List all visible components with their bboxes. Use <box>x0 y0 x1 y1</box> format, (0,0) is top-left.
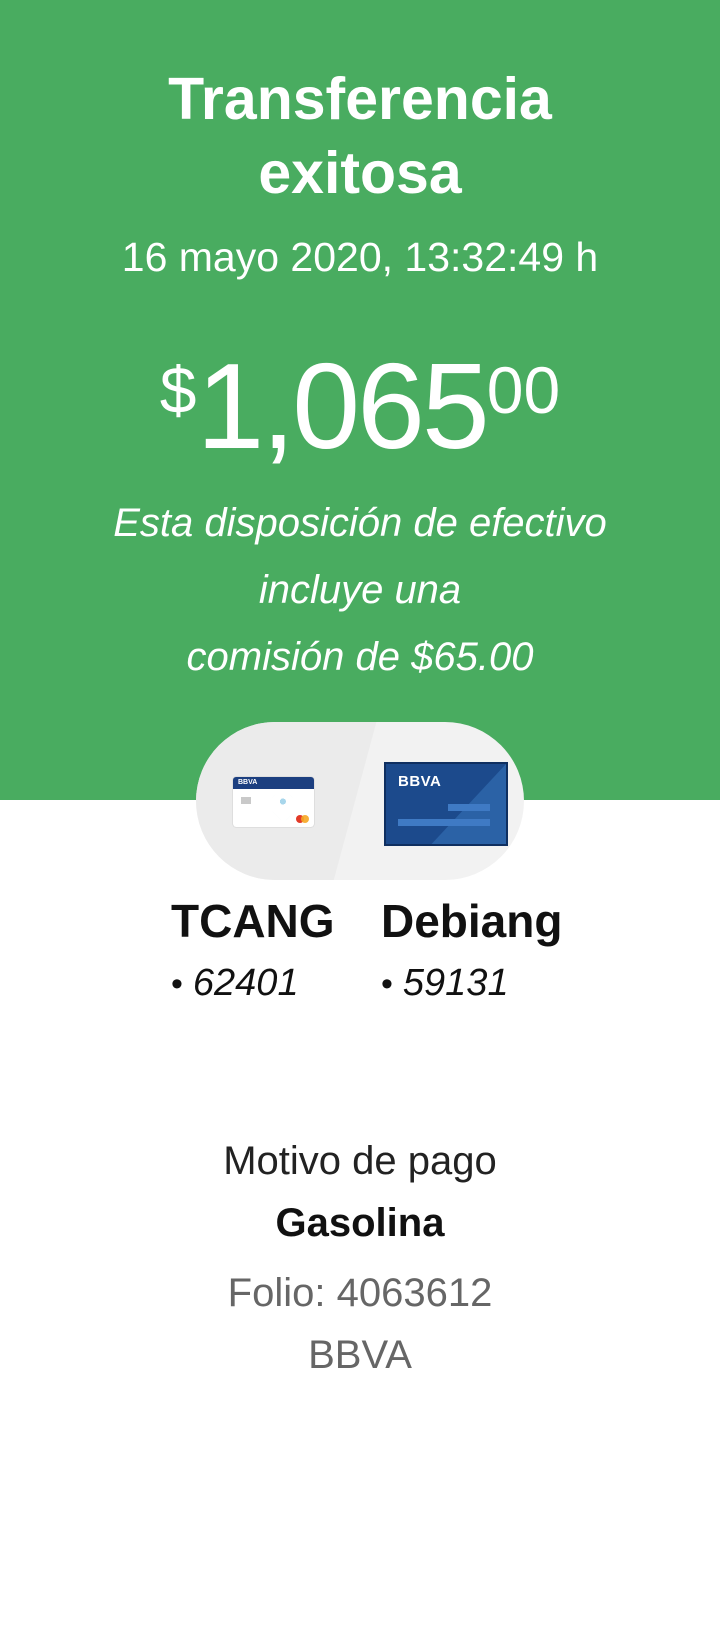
debit-card-icon: BBVA <box>384 762 508 846</box>
folio-number: Folio: 4063612 <box>227 1271 493 1315</box>
origin-account-number: 62401 <box>192 962 299 1004</box>
transfer-details: Motivo de pago Gasolina Folio: 4063612 B… <box>0 1130 720 1386</box>
origin-account-number-row: • 62401 <box>171 958 335 1009</box>
note-line-2: incluye una <box>258 568 462 612</box>
bullet: • <box>381 965 393 1003</box>
note-line-3: comisión de $65.00 <box>186 635 534 679</box>
amount-cents: 00 <box>486 353 561 427</box>
destination-account-name: Debiang <box>381 895 563 947</box>
credit-card-icon: BBVA <box>233 777 314 827</box>
origin-account-name: TCANG <box>171 895 335 947</box>
destination-account: Debiang • 59131 <box>381 888 562 1009</box>
title-line-2: exitosa <box>258 140 462 206</box>
transfer-amount: $1,06500 <box>0 345 720 467</box>
amount-currency: $ <box>159 353 197 427</box>
payment-reason-label: Motivo de pago <box>223 1139 497 1183</box>
accounts-card-graphic: BBVA BBVA <box>196 722 524 880</box>
page-title: Transferencia exitosa <box>0 62 720 210</box>
card-chip-icon <box>241 797 251 804</box>
bank-name: BBVA <box>308 1333 412 1377</box>
destination-account-number-row: • 59131 <box>381 958 562 1009</box>
success-header: Transferencia exitosa 16 mayo 2020, 13:3… <box>0 0 720 800</box>
credit-card-brand: BBVA <box>238 779 258 786</box>
title-line-1: Transferencia <box>168 66 552 132</box>
note-line-1: Esta disposición de efectivo <box>113 501 607 545</box>
commission-note: Esta disposición de efectivo incluye una… <box>60 490 660 691</box>
transfer-datetime: 16 mayo 2020, 13:32:49 h <box>121 234 599 280</box>
amount-integer: 1,065 <box>196 338 489 474</box>
payment-reason-value: Gasolina <box>275 1201 445 1245</box>
origin-account: TCANG • 62401 <box>171 888 335 1009</box>
bullet: • <box>171 965 183 1003</box>
debit-card-brand: BBVA <box>398 773 442 790</box>
destination-account-number: 59131 <box>402 962 509 1004</box>
